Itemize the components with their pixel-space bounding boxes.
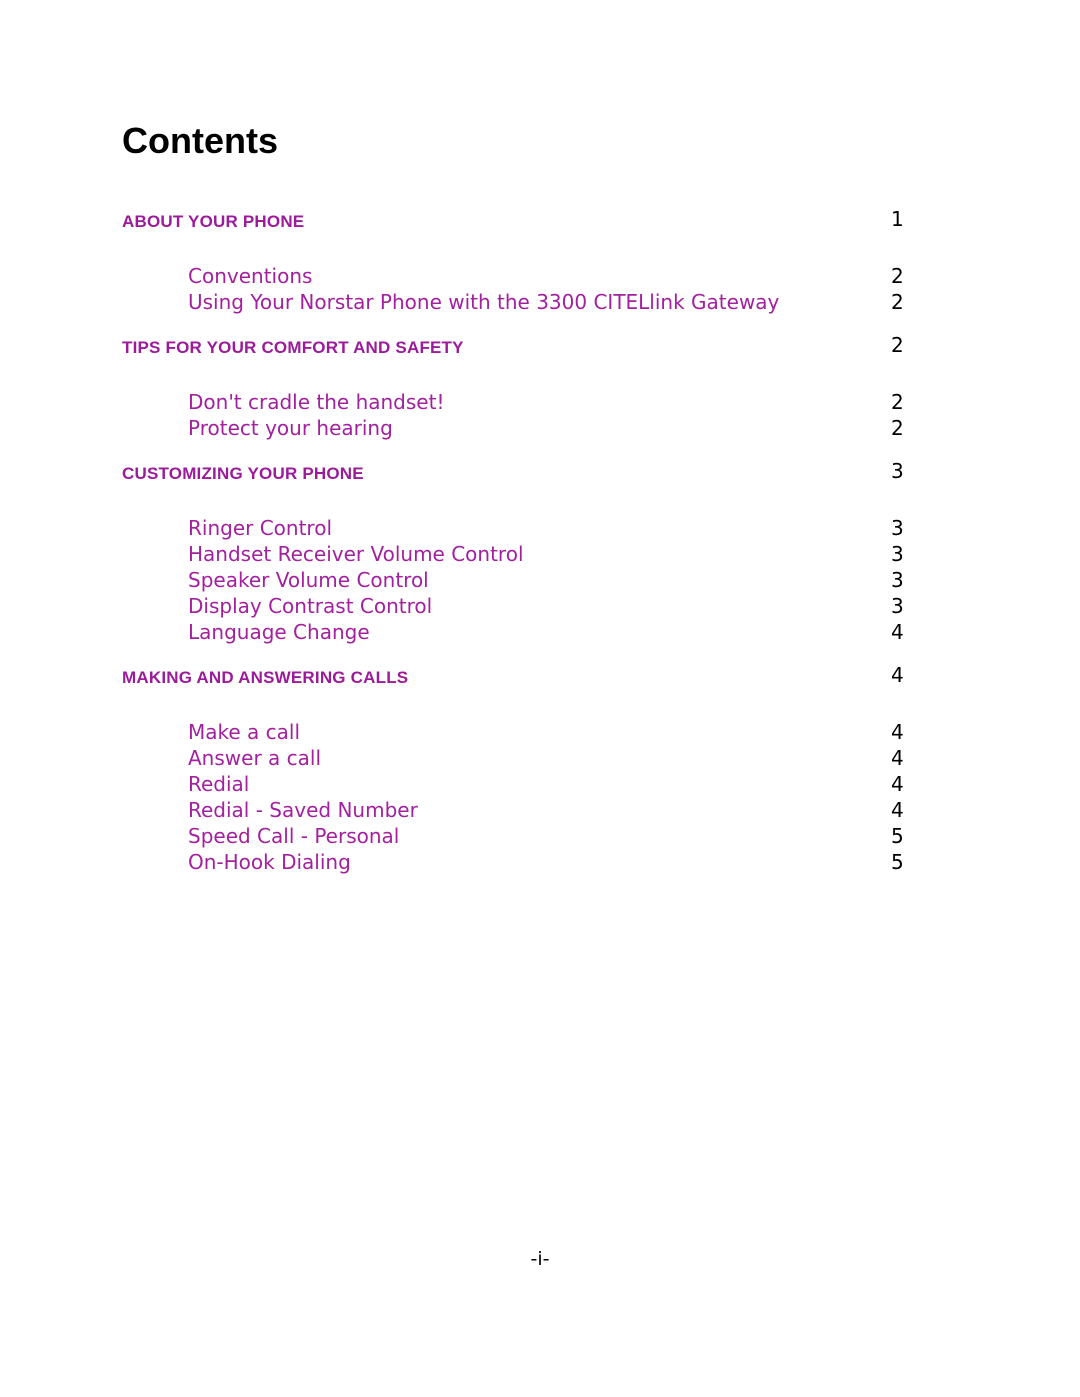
toc-entry-page: 4 — [891, 720, 904, 744]
toc-entry-label: Display Contrast Control — [188, 594, 433, 618]
toc-entry-page: 3 — [891, 542, 904, 566]
toc-entry-label: Conventions — [188, 264, 313, 288]
toc-entry-label: Language Change — [188, 620, 370, 644]
toc-entry-label: CUSTOMIZING YOUR PHONE — [122, 464, 364, 483]
toc-entry-heading[interactable]: TIPS FOR YOUR COMFORT AND SAFETY 2 — [122, 333, 922, 368]
toc-entry-page: 3 — [891, 516, 904, 540]
toc-entry-label: TIPS FOR YOUR COMFORT AND SAFETY — [122, 338, 464, 357]
toc-entry-label: MAKING AND ANSWERING CALLS — [122, 668, 409, 687]
toc-entry-label: Using Your Norstar Phone with the 3300 C… — [188, 290, 780, 314]
toc-entry-page: 3 — [891, 594, 904, 618]
toc-entry-sub[interactable]: Display Contrast Control 3 — [122, 594, 922, 620]
toc-entry-sub[interactable]: Protect your hearing 2 — [122, 416, 922, 442]
toc-entry-page: 3 — [891, 568, 904, 592]
toc-entry-label: Speed Call - Personal — [188, 824, 400, 848]
toc-entry-sub[interactable]: Speed Call - Personal 5 — [122, 824, 922, 850]
toc-entry-sub[interactable]: Redial 4 — [122, 772, 922, 798]
toc-entry-page: 2 — [891, 333, 904, 357]
document-page: Contents ABOUT YOUR PHONE 1 Conventions … — [0, 0, 1080, 1397]
toc-entry-page: 4 — [891, 746, 904, 770]
toc-entry-page: 4 — [891, 663, 904, 687]
toc-entry-sub[interactable]: Ringer Control 3 — [122, 516, 922, 542]
toc-entry-page: 1 — [891, 207, 904, 231]
toc-entry-heading[interactable]: MAKING AND ANSWERING CALLS 4 — [122, 663, 922, 698]
toc-entry-label: Make a call — [188, 720, 301, 744]
toc-entry-label: Protect your hearing — [188, 416, 393, 440]
page-title: Contents — [122, 120, 278, 161]
toc-entry-page: 3 — [891, 459, 904, 483]
toc-entry-label: On-Hook Dialing — [188, 850, 351, 874]
toc-entry-page: 4 — [891, 620, 904, 644]
toc-entry-label: Handset Receiver Volume Control — [188, 542, 524, 566]
toc-entry-page: 4 — [891, 772, 904, 796]
page-footer: -i- — [530, 1248, 550, 1270]
toc-entry-page: 2 — [891, 390, 904, 414]
toc-entry-page: 5 — [891, 824, 904, 848]
toc-entry-sub[interactable]: Don't cradle the handset! 2 — [122, 390, 922, 416]
toc-entry-heading[interactable]: ABOUT YOUR PHONE 1 — [122, 207, 922, 242]
toc-entry-page: 2 — [891, 290, 904, 314]
toc-entry-sub[interactable]: Conventions 2 — [122, 264, 922, 290]
toc-entry-sub[interactable]: On-Hook Dialing 5 — [122, 850, 922, 876]
toc-entry-page: 5 — [891, 850, 904, 874]
toc-entry-label: Redial - Saved Number — [188, 798, 418, 822]
toc-entry-sub[interactable]: Speaker Volume Control 3 — [122, 568, 922, 594]
toc-entry-label: Answer a call — [188, 746, 321, 770]
toc-entry-label: Redial — [188, 772, 250, 796]
toc-entry-sub[interactable]: Answer a call 4 — [122, 746, 922, 772]
toc-entry-sub[interactable]: Handset Receiver Volume Control 3 — [122, 542, 922, 568]
toc-entry-label: Speaker Volume Control — [188, 568, 429, 592]
toc-entry-sub[interactable]: Using Your Norstar Phone with the 3300 C… — [122, 290, 922, 316]
toc-entry-label: ABOUT YOUR PHONE — [122, 212, 305, 231]
toc-entry-sub[interactable]: Redial - Saved Number 4 — [122, 798, 922, 824]
toc-entry-sub[interactable]: Language Change 4 — [122, 620, 922, 646]
table-of-contents: ABOUT YOUR PHONE 1 Conventions 2 Using Y… — [122, 207, 922, 876]
toc-entry-label: Don't cradle the handset! — [188, 390, 445, 414]
toc-entry-page: 2 — [891, 264, 904, 288]
toc-entry-sub[interactable]: Make a call 4 — [122, 720, 922, 746]
toc-entry-page: 2 — [891, 416, 904, 440]
toc-entry-heading[interactable]: CUSTOMIZING YOUR PHONE 3 — [122, 459, 922, 494]
toc-entry-page: 4 — [891, 798, 904, 822]
toc-entry-label: Ringer Control — [188, 516, 333, 540]
